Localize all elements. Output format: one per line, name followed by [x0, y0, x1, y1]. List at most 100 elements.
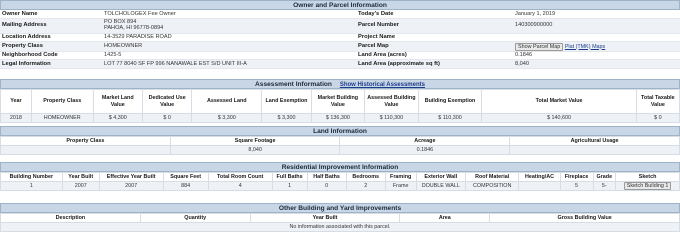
- owner-name-label: Owner Name: [2, 10, 38, 17]
- land-acreage: 0.1846: [339, 145, 511, 155]
- property-class-value: HOMEOWNER: [104, 43, 143, 49]
- col-property-class: Property Class: [30, 89, 94, 114]
- todays-date-value: January 1, 2019: [515, 10, 556, 17]
- col-effective-year-built: Effective Year Built: [98, 172, 164, 182]
- res-half-baths: 0: [306, 181, 347, 191]
- assessment-property-class: HOMEOWNER: [30, 113, 94, 123]
- sketch-building-button[interactable]: Sketch Building 1: [623, 182, 672, 190]
- property-class-label: Property Class: [2, 43, 43, 49]
- res-building-number: 1: [0, 181, 63, 191]
- res-framing: Frame: [384, 181, 417, 191]
- res-full-baths: 1: [271, 181, 308, 191]
- res-exterior-wall: DOUBLE WALL: [415, 181, 466, 191]
- res-year-built: 2007: [61, 181, 100, 191]
- res-grade: 5-: [592, 181, 617, 191]
- land-property-class: [0, 145, 171, 155]
- land-area-acres-label: Land Area (acres): [358, 52, 407, 58]
- info-row-neighborhood: Neighborhood Code 1425-5 Land Area (acre…: [0, 52, 680, 60]
- info-row-property-class: Property Class HOMEOWNER Parcel Map Show…: [0, 42, 680, 52]
- parcel-number-label: Parcel Number: [358, 21, 399, 28]
- info-row-mailing: Mailing Address PO BOX 894 PAHOA, HI 967…: [0, 18, 680, 34]
- col-fireplace: Fireplace: [559, 172, 594, 182]
- mailing-address-label: Mailing Address: [2, 21, 47, 28]
- mailing-address-line1: PO BOX 894: [104, 18, 137, 25]
- show-parcel-map-button[interactable]: Show Parcel Map: [515, 42, 564, 51]
- assessment-title: Assessment Information: [255, 81, 332, 88]
- location-address-value: 14-3529 PARADISE ROAD: [104, 34, 172, 40]
- residential-table: Building Number Year Built Effective Yea…: [0, 172, 680, 191]
- historical-assessments-link[interactable]: Show Historical Assessments: [340, 82, 425, 88]
- col-total-market-value: Total Market Value: [481, 89, 637, 114]
- neighborhood-code-label: Neighborhood Code: [2, 52, 58, 58]
- other-improvements-title: Other Building and Yard Improvements: [278, 205, 402, 212]
- col-grade: Grade: [592, 172, 617, 182]
- owner-parcel-header: Owner and Parcel Information: [0, 0, 680, 10]
- res-square-feet: 884: [162, 181, 209, 191]
- assessment-year: 2018: [0, 113, 32, 123]
- assessment-assessed-building-value: $ 110,300: [364, 113, 419, 123]
- table-row: 1 2007 2007 884 4 1 0 2 Frame DOUBLE WAL…: [0, 181, 680, 191]
- col-market-land-value: Market Land Value: [92, 89, 143, 114]
- col-acreage: Acreage: [339, 136, 511, 146]
- neighborhood-code-value: 1425-5: [104, 52, 122, 58]
- res-heating-ac: [518, 181, 561, 191]
- other-improvements-header: Other Building and Yard Improvements: [0, 203, 680, 213]
- col-total-room-count: Total Room Count: [207, 172, 273, 182]
- col-exterior-wall: Exterior Wall: [415, 172, 466, 182]
- col-year-built: Year Built: [61, 172, 100, 182]
- assessment-land-exemption: $ 3,300: [261, 113, 312, 123]
- col-square-feet: Square Feet: [162, 172, 209, 182]
- assessment-header-row: Year Property Class Market Land Value De…: [0, 89, 680, 114]
- assessment-table: Year Property Class Market Land Value De…: [0, 89, 680, 123]
- residential-header: Residential Improvement Information: [0, 162, 680, 172]
- assessment-market-land-value: $ 4,300: [92, 113, 143, 123]
- col-building-number: Building Number: [0, 172, 63, 182]
- empty-message: No information associated with this parc…: [0, 222, 680, 232]
- res-bedrooms: 2: [345, 181, 386, 191]
- assessment-total-taxable-value: $ 0: [635, 113, 680, 123]
- land-header-row: Property Class Square Footage Acreage Ag…: [0, 136, 680, 146]
- col-assessed-land: Assessed Land: [191, 89, 263, 114]
- res-effective-year-built: 2007: [98, 181, 164, 191]
- land-area-acres-value: 0.1846: [515, 52, 533, 58]
- res-roof-material: COMPOSITION: [464, 181, 520, 191]
- table-row: No information associated with this parc…: [0, 222, 680, 232]
- assessment-total-market-value: $ 140,600: [481, 113, 637, 123]
- info-row-owner: Owner Name TOLCHOLOGEX Fee Owner Today's…: [0, 10, 680, 19]
- plat-maps-link[interactable]: Plat (TMK) Maps: [565, 44, 605, 50]
- table-row: 8,040 0.1846: [0, 145, 680, 155]
- land-header: Land Information: [0, 126, 680, 136]
- col-other-year-built: Year Built: [249, 213, 401, 223]
- mailing-address-line2: PAHOA, HI 96778-0894: [104, 25, 164, 31]
- col-roof-material: Roof Material: [464, 172, 520, 182]
- other-header-row: Description Quantity Year Built Area Gro…: [0, 213, 680, 223]
- col-sketch: Sketch: [615, 172, 680, 182]
- residential-title: Residential Improvement Information: [281, 164, 399, 171]
- assessment-market-building-value: $ 136,300: [310, 113, 366, 123]
- location-address-label: Location Address: [2, 34, 51, 40]
- other-improvements-table: Description Quantity Year Built Area Gro…: [0, 213, 680, 232]
- land-title: Land Information: [313, 128, 367, 135]
- col-quantity: Quantity: [139, 213, 251, 223]
- col-building-exemption: Building Exemption: [417, 89, 483, 114]
- residential-header-row: Building Number Year Built Effective Yea…: [0, 172, 680, 182]
- parcel-map-label: Parcel Map: [358, 43, 389, 49]
- land-square-footage: 8,040: [169, 145, 341, 155]
- col-total-taxable-value: Total Taxable Value: [635, 89, 680, 114]
- col-assessed-building-value: Assessed Building Value: [364, 89, 419, 114]
- info-row-location: Location Address 14-3529 PARADISE ROAD P…: [0, 34, 680, 42]
- col-land-property-class: Property Class: [0, 136, 171, 146]
- res-sketch-cell: Sketch Building 1: [615, 181, 680, 191]
- res-total-room-count: 4: [207, 181, 273, 191]
- col-land-exemption: Land Exemption: [261, 89, 312, 114]
- todays-date-label: Today's Date: [358, 10, 394, 17]
- parcel-number-value: 140300900000: [515, 21, 553, 28]
- col-full-baths: Full Baths: [271, 172, 308, 182]
- col-square-footage: Square Footage: [169, 136, 341, 146]
- parcel-map-controls: Show Parcel Map Plat (TMK) Maps: [515, 42, 605, 51]
- col-bedrooms: Bedrooms: [345, 172, 386, 182]
- col-description: Description: [0, 213, 141, 223]
- info-row-legal: Legal Information LOT 77 8040 SF FP 996 …: [0, 60, 680, 69]
- legal-information-label: Legal Information: [2, 60, 51, 67]
- col-gross-building-value: Gross Building Value: [489, 213, 680, 223]
